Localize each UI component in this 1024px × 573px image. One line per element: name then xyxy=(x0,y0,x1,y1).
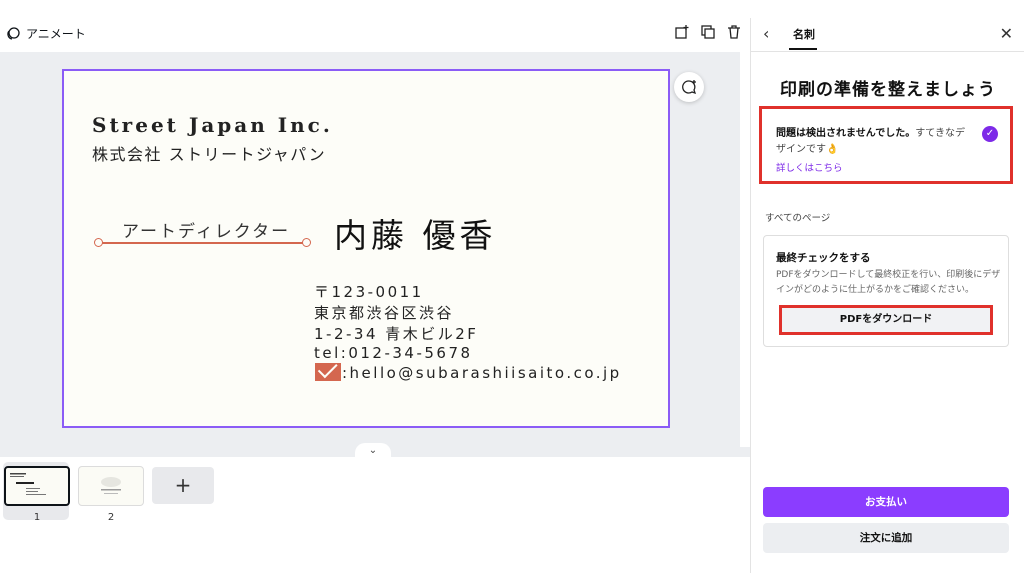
line-endpoint-left[interactable] xyxy=(94,238,103,247)
add-page-button[interactable]: + xyxy=(152,467,214,504)
all-pages-label: すべてのページ xyxy=(765,213,831,224)
final-check-title: 最終チェックをする xyxy=(776,252,871,264)
download-pdf-button[interactable]: PDFをダウンロード xyxy=(779,305,993,335)
final-check-card: 最終チェックをする PDFをダウンロードして最終校正を行い、印刷後にデザインがど… xyxy=(763,235,1009,347)
title-divider-line[interactable] xyxy=(98,242,308,244)
animate-label: アニメート xyxy=(26,27,86,41)
add-comment-button[interactable] xyxy=(674,72,704,102)
status-bold: 問題は検出されませんでした。 xyxy=(776,128,916,139)
panel-divider xyxy=(751,51,1024,52)
line-endpoint-right[interactable] xyxy=(302,238,311,247)
phone-number[interactable]: tel:012-34-5678 xyxy=(314,344,473,362)
status-message: 問題は検出されませんでした。すてきなデザインです👌 xyxy=(776,126,971,158)
page-thumbnail-2[interactable] xyxy=(78,466,144,506)
status-box: 問題は検出されませんでした。すてきなデザインです👌 詳しくはこちら ✓ xyxy=(759,106,1013,184)
job-title[interactable]: アートディレクター xyxy=(122,217,290,242)
comment-icon xyxy=(682,80,697,95)
close-icon[interactable]: ✕ xyxy=(1000,24,1013,43)
mail-icon[interactable] xyxy=(315,363,341,381)
pay-button[interactable]: お支払い xyxy=(763,487,1009,517)
page-thumbnail-1[interactable] xyxy=(4,466,70,506)
final-check-description: PDFをダウンロードして最終校正を行い、印刷後にデザインがどのように仕上がるかを… xyxy=(776,270,1001,295)
active-tab-indicator xyxy=(789,48,817,50)
editor-toolbar: アニメート xyxy=(0,18,750,52)
back-icon[interactable]: ‹ xyxy=(763,24,769,43)
person-name[interactable]: 内藤 優香 xyxy=(334,209,497,257)
animate-button[interactable]: アニメート xyxy=(6,25,86,42)
animate-icon xyxy=(7,26,20,40)
address-line-1[interactable]: 東京都渋谷区渋谷 xyxy=(314,302,454,323)
collapse-pages-icon[interactable]: ⌄ xyxy=(355,443,391,457)
print-panel: ‹ 名刺 ✕ 印刷の準備を整えましょう 問題は検出されませんでした。すてきなデザ… xyxy=(750,18,1024,573)
postal-code[interactable]: 〒123-0011 xyxy=(314,281,424,302)
panel-heading: 印刷の準備を整えましょう xyxy=(780,80,996,100)
business-card[interactable]: Street Japan Inc. 株式会社 ストリートジャパン アートディレク… xyxy=(62,69,670,428)
email-address[interactable]: :hello@subarashiisaito.co.jp xyxy=(342,364,622,382)
address-line-2[interactable]: 1-2-34 青木ビル2F xyxy=(314,323,478,344)
duplicate-page-icon[interactable] xyxy=(700,24,716,40)
company-name-ja[interactable]: 株式会社 ストリートジャパン xyxy=(92,141,326,165)
page-number-1: 1 xyxy=(33,512,41,523)
page-number-2: 2 xyxy=(107,512,115,523)
thumbnail-preview xyxy=(10,473,46,495)
company-name-en[interactable]: Street Japan Inc. xyxy=(92,113,333,137)
delete-page-icon[interactable] xyxy=(726,24,742,40)
page-thumbnails: 1 2 xyxy=(0,457,750,537)
tab-business-card[interactable]: 名刺 xyxy=(793,26,815,42)
check-icon: ✓ xyxy=(982,126,998,142)
add-to-order-button[interactable]: 注文に追加 xyxy=(763,523,1009,553)
add-page-icon[interactable] xyxy=(674,24,690,40)
details-link[interactable]: 詳しくはこちら xyxy=(776,160,843,174)
thumbnail-preview xyxy=(101,477,121,494)
